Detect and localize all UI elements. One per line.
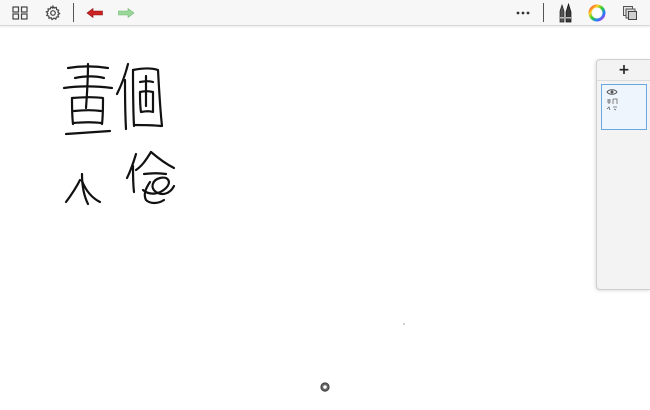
layer-thumbnail[interactable]: [601, 84, 647, 130]
brushes-icon: [559, 2, 572, 22]
redo-arrow-icon: [118, 7, 135, 18]
color-picker-button[interactable]: [586, 0, 608, 25]
eye-icon[interactable]: [606, 88, 618, 96]
color-wheel-icon: [588, 4, 606, 21]
canvas-recenter-button[interactable]: [320, 377, 330, 392]
layers-button[interactable]: [619, 0, 641, 25]
gear-icon: [45, 4, 61, 21]
undo-button[interactable]: [84, 0, 106, 25]
plus-icon: +: [618, 62, 630, 78]
recenter-icon: [320, 382, 330, 392]
more-icon: [516, 11, 530, 14]
add-layer-button[interactable]: +: [597, 60, 650, 81]
grid-icon: [12, 5, 28, 20]
toolbar-separator: [73, 3, 74, 22]
layers-panel: +: [596, 59, 650, 290]
layer-preview: [606, 98, 618, 111]
brush-tool-button[interactable]: [554, 0, 576, 25]
settings-button[interactable]: [42, 0, 64, 25]
toolbar-separator: [543, 3, 544, 22]
drawing-canvas[interactable]: [0, 26, 650, 406]
handwriting-strokes: [62, 62, 405, 325]
gallery-button[interactable]: [9, 0, 31, 25]
redo-button[interactable]: [115, 0, 137, 25]
top-toolbar: [0, 0, 650, 26]
layers-icon: [623, 5, 637, 20]
more-button[interactable]: [512, 0, 534, 25]
undo-arrow-icon: [86, 7, 103, 18]
